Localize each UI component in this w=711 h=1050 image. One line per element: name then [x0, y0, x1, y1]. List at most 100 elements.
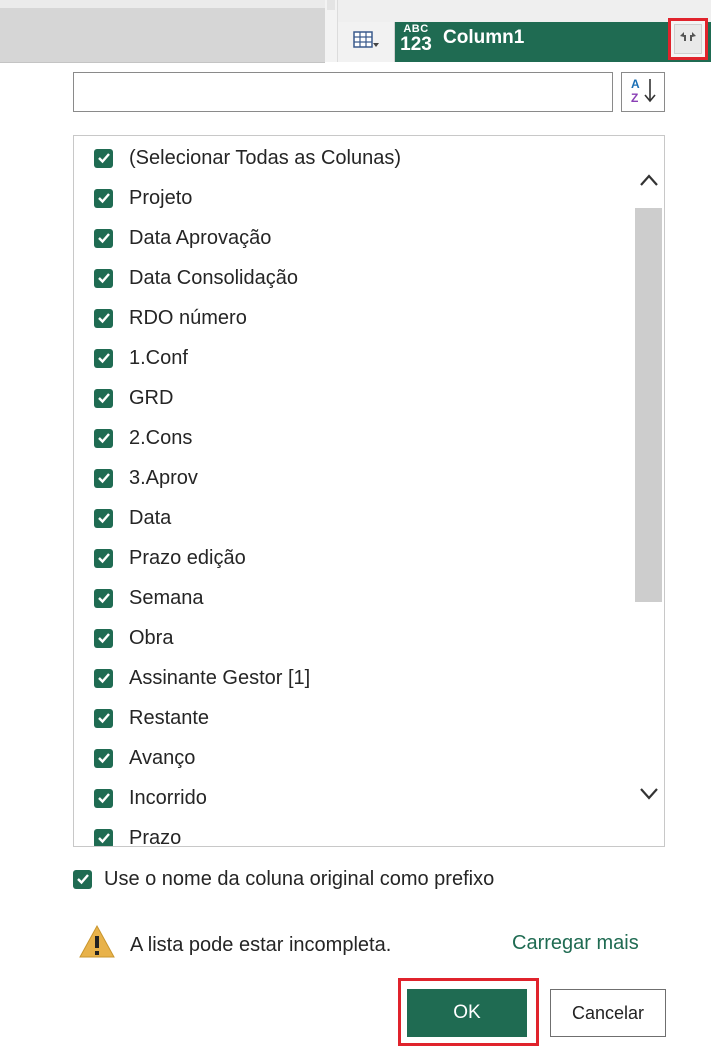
list-item[interactable]: GRD — [94, 382, 173, 414]
column-checkbox[interactable] — [94, 228, 113, 248]
checkmark-icon — [97, 713, 110, 724]
column-checkbox[interactable] — [94, 748, 113, 768]
expand-column-button[interactable] — [668, 18, 708, 60]
checkmark-icon — [97, 833, 110, 844]
prefix-checkbox[interactable] — [73, 869, 92, 889]
svg-text:A: A — [631, 77, 640, 91]
list-item[interactable]: 3.Aprov — [94, 462, 198, 494]
scroll-up-button[interactable] — [632, 162, 664, 202]
checkmark-icon — [97, 753, 110, 764]
column-checkbox[interactable] — [94, 828, 113, 846]
prefix-checkbox-row[interactable]: Use o nome da coluna original como prefi… — [73, 863, 494, 895]
list-item[interactable]: Prazo — [94, 822, 182, 847]
list-item[interactable]: Obra — [94, 622, 173, 654]
scroll-down-button[interactable] — [632, 776, 664, 816]
column-separator — [325, 0, 338, 62]
list-item[interactable]: Data Aprovação — [94, 222, 271, 254]
checkmark-icon — [97, 393, 110, 404]
scrollbar-thumb[interactable] — [635, 208, 662, 602]
list-item-label: GRD — [129, 386, 174, 409]
column-checkbox[interactable] — [94, 468, 113, 488]
table-dropdown-icon — [353, 30, 379, 55]
prefix-checkbox-label: Use o nome da coluna original como prefi… — [104, 867, 495, 890]
warning-text: A lista pode estar incompleta. — [130, 933, 392, 956]
warning-icon — [78, 924, 116, 966]
column-checkbox[interactable] — [94, 508, 113, 528]
type-badge-123: 123 — [400, 34, 432, 55]
checkmark-icon — [97, 193, 110, 204]
expand-column-icon — [678, 30, 698, 49]
list-item-label: Semana — [129, 586, 204, 609]
column-type-badge: ABC 123 — [397, 20, 435, 56]
search-input[interactable] — [73, 72, 613, 112]
list-item-label: Data Consolidação — [129, 266, 298, 289]
list-item[interactable]: Incorrido — [94, 782, 207, 814]
column-header-top — [338, 0, 711, 22]
checkmark-icon — [97, 433, 110, 444]
list-item-label: Avanço — [129, 746, 196, 769]
list-item-label: Incorrido — [129, 786, 207, 809]
column-checkbox[interactable] — [94, 788, 113, 808]
column-name: Column1 — [443, 27, 525, 48]
column-checkbox[interactable] — [94, 308, 113, 328]
checkmark-icon — [97, 473, 110, 484]
checkmark-icon — [97, 793, 110, 804]
checkmark-icon — [97, 553, 110, 564]
svg-text:Z: Z — [631, 91, 638, 105]
query-grid-header — [0, 0, 325, 63]
list-item-label: RDO número — [129, 306, 247, 329]
checkmark-icon — [97, 353, 110, 364]
list-item[interactable]: Restante — [94, 702, 209, 734]
sort-az-icon: A Z — [628, 75, 658, 110]
list-item-label: Prazo edição — [129, 546, 246, 569]
column-checkbox[interactable] — [94, 588, 113, 608]
cancel-button[interactable]: Cancelar — [550, 989, 666, 1037]
checkmark-icon — [97, 273, 110, 284]
chevron-up-icon — [639, 173, 659, 192]
scrollbar[interactable] — [632, 136, 664, 846]
column-type-button[interactable] — [338, 22, 395, 62]
list-item[interactable]: 2.Cons — [94, 422, 192, 454]
list-item-label: 2.Cons — [129, 426, 193, 449]
load-more-link[interactable]: Carregar mais — [512, 932, 639, 955]
column-checkbox[interactable] — [94, 388, 113, 408]
list-item-label: Prazo — [129, 826, 182, 847]
chevron-down-icon — [639, 787, 659, 806]
list-item[interactable]: 1.Conf — [94, 342, 188, 374]
checkmark-icon — [76, 874, 89, 885]
list-item[interactable]: Projeto — [94, 182, 192, 214]
list-item-label: Data — [129, 506, 172, 529]
column-checkbox[interactable] — [94, 628, 113, 648]
column-checkbox[interactable] — [94, 668, 113, 688]
ok-button[interactable]: OK — [407, 989, 527, 1037]
checkmark-icon — [97, 673, 110, 684]
list-item-label: Data Aprovação — [129, 226, 272, 249]
list-item[interactable]: Prazo edição — [94, 542, 246, 574]
list-item-label: (Selecionar Todas as Colunas) — [129, 146, 402, 169]
list-item-label: 3.Aprov — [129, 466, 198, 489]
column-list[interactable]: (Selecionar Todas as Colunas) Projeto Data… — [73, 135, 665, 847]
list-item[interactable]: Data Consolidação — [94, 262, 298, 294]
column-checkbox[interactable] — [94, 428, 113, 448]
column-checkbox[interactable] — [94, 268, 113, 288]
warning-row: A lista pode estar incompleta. — [78, 924, 392, 966]
list-item[interactable]: Semana — [94, 582, 204, 614]
list-item[interactable]: Avanço — [94, 742, 195, 774]
sort-button[interactable]: A Z — [621, 72, 665, 112]
column-checkbox[interactable] — [94, 348, 113, 368]
list-item[interactable]: Data — [94, 502, 171, 534]
list-item[interactable]: RDO número — [94, 302, 247, 334]
column-checkbox[interactable] — [94, 708, 113, 728]
list-item-label: Restante — [129, 706, 210, 729]
list-item-label: Projeto — [129, 186, 193, 209]
list-item[interactable]: (Selecionar Todas as Colunas) — [94, 142, 401, 174]
list-item[interactable]: Assinante Gestor [1] — [94, 662, 310, 694]
list-item-label: Obra — [129, 626, 174, 649]
column-checkbox[interactable] — [94, 148, 113, 168]
column-checkbox[interactable] — [94, 188, 113, 208]
checkmark-icon — [97, 513, 110, 524]
checkmark-icon — [97, 313, 110, 324]
checkmark-icon — [97, 593, 110, 604]
column-checkbox[interactable] — [94, 548, 113, 568]
list-item-label: 1.Conf — [129, 346, 188, 369]
